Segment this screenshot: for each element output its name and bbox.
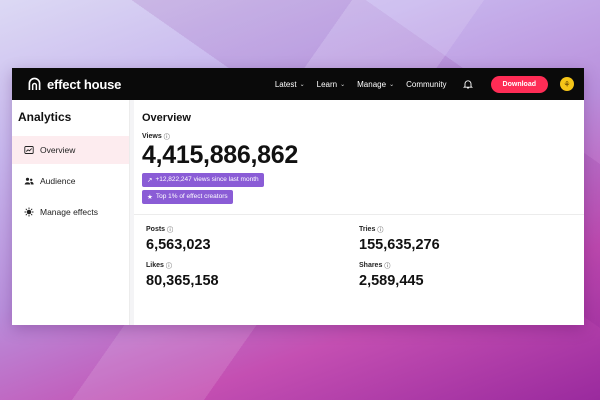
badges: ↗ +12,822,247 views since last month ★ T… <box>142 172 576 204</box>
info-icon[interactable]: ⓘ <box>377 225 383 234</box>
chevron-down-icon: ⌄ <box>340 81 346 88</box>
chart-icon <box>24 146 34 154</box>
overview-panel: Overview Views ⓘ 4,415,886,862 ↗ +12,822… <box>134 100 584 325</box>
sidebar-title: Analytics <box>18 110 72 124</box>
views-label-text: Views <box>142 133 162 140</box>
info-icon[interactable]: ⓘ <box>384 261 390 270</box>
app-window: effect house Latest ⌄ Learn ⌄ Manage ⌄ C… <box>12 68 584 325</box>
stat-label: Shares ⓘ <box>359 261 572 270</box>
nav-label: Manage <box>357 79 387 89</box>
growth-badge: ↗ +12,822,247 views since last month <box>142 172 264 187</box>
sidebar-item-label: Manage effects <box>40 207 98 217</box>
sidebar-item-audience[interactable]: Audience <box>12 167 129 195</box>
nav-label: Community <box>406 79 447 89</box>
info-icon[interactable]: ⓘ <box>164 132 170 141</box>
page-title: Overview <box>142 112 191 124</box>
stat-label: Tries ⓘ <box>359 225 572 234</box>
stat-label: Posts ⓘ <box>146 225 359 234</box>
stat-label-text: Shares <box>359 261 383 269</box>
stat-value: 155,635,276 <box>359 236 440 253</box>
stat-label-text: Posts <box>146 225 166 233</box>
download-button[interactable]: Download <box>490 75 548 93</box>
nav-latest[interactable]: Latest ⌄ <box>275 80 305 89</box>
stat-value: 80,365,158 <box>146 272 219 289</box>
badge-text: Top 1% of effect creators <box>155 193 228 200</box>
nav-learn[interactable]: Learn ⌄ <box>317 80 346 89</box>
trend-up-icon: ↗ <box>147 176 153 184</box>
stat-value: 6,563,023 <box>146 236 211 253</box>
stat-likes: Likes ⓘ 80,365,158 <box>146 261 359 289</box>
stat-posts: Posts ⓘ 6,563,023 <box>146 225 359 253</box>
stat-label: Likes ⓘ <box>146 261 359 270</box>
nav-label: Latest <box>274 79 297 89</box>
page-content: Analytics Overview Audience Manage effec… <box>12 100 584 325</box>
sidebar-item-overview[interactable]: Overview <box>12 136 129 164</box>
nav-label: Learn <box>316 79 338 89</box>
sidebar-item-label: Overview <box>40 145 76 155</box>
chevron-down-icon: ⌄ <box>389 81 395 88</box>
nav-manage[interactable]: Manage ⌄ <box>357 80 394 89</box>
info-icon[interactable]: ⓘ <box>167 225 173 234</box>
info-icon[interactable]: ⓘ <box>166 261 172 270</box>
rank-badge: ★ Top 1% of effect creators <box>142 189 233 204</box>
brand-logo[interactable]: effect house <box>28 77 121 92</box>
sidebar: Analytics Overview Audience Manage effec… <box>12 100 130 325</box>
views-label: Views ⓘ <box>142 132 576 141</box>
users-icon <box>24 177 34 185</box>
effects-icon <box>24 207 34 217</box>
sidebar-item-manage-effects[interactable]: Manage effects <box>12 198 129 226</box>
stat-shares: Shares ⓘ 2,589,445 <box>359 261 572 289</box>
avatar-icon[interactable]: ⚘ <box>560 77 574 91</box>
stat-value: 2,589,445 <box>359 272 424 289</box>
badge-text: +12,822,247 views since last month <box>155 176 259 183</box>
chevron-down-icon: ⌄ <box>299 81 305 88</box>
sidebar-item-label: Audience <box>40 176 76 186</box>
star-icon: ★ <box>147 193 153 201</box>
stat-tries: Tries ⓘ 155,635,276 <box>359 225 572 253</box>
stat-label-text: Likes <box>146 261 164 269</box>
bell-icon[interactable] <box>462 79 473 89</box>
brand-name: effect house <box>47 76 122 92</box>
stats-grid: Posts ⓘ 6,563,023 Tries ⓘ 155,635,276 Li… <box>142 215 576 289</box>
views-value: 4,415,886,862 <box>142 141 298 169</box>
stat-label-text: Tries <box>359 225 376 233</box>
main-nav: Latest ⌄ Learn ⌄ Manage ⌄ Community Down… <box>275 75 574 93</box>
top-navbar: effect house Latest ⌄ Learn ⌄ Manage ⌄ C… <box>12 68 584 100</box>
house-logo-icon <box>28 77 41 91</box>
nav-community[interactable]: Community <box>406 80 446 89</box>
